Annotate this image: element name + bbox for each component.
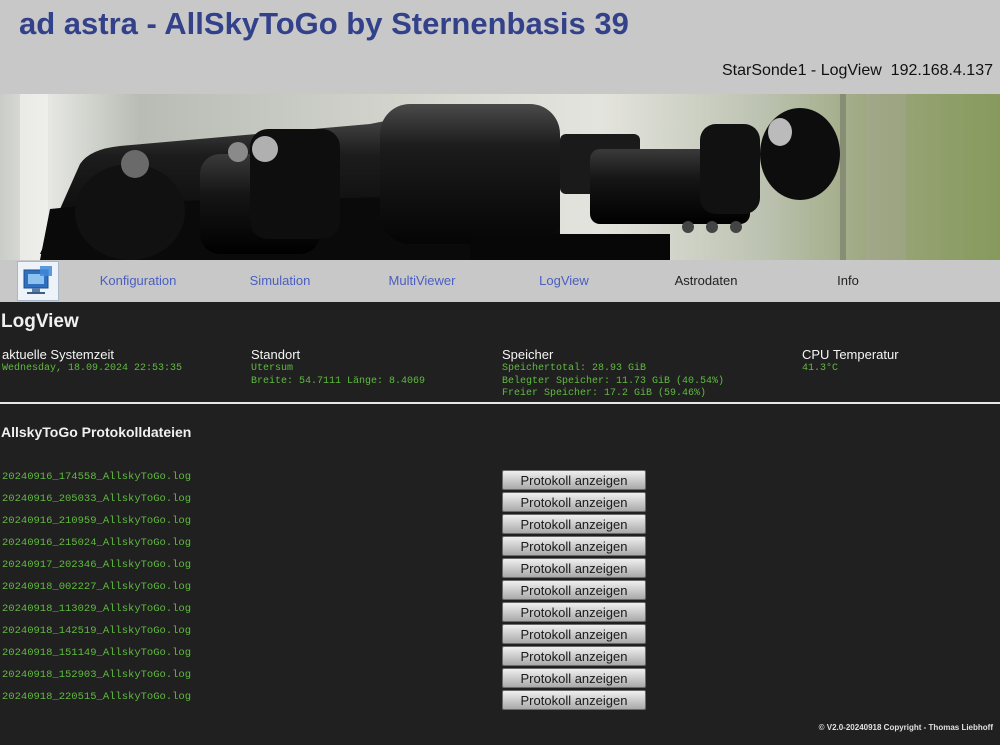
app-logo-icon[interactable] [17,261,59,301]
storage-heading: Speicher [502,347,554,362]
storage-free: Freier Speicher: 17.2 GiB (59.46%) [502,388,707,399]
show-log-button[interactable]: Protokoll anzeigen [502,558,646,578]
storage-total: Speichertotal: 28.93 GiB [502,363,647,374]
storage-used: Belegter Speicher: 11.73 GiB (40.54%) [502,375,725,387]
navbar: Konfiguration Simulation MultiViewer Log… [0,260,1000,302]
nav-info[interactable]: Info [788,273,908,288]
location-name: Utersum [251,363,294,374]
log-file-name: 20240916_210959_AllskyToGo.log [2,515,192,527]
show-log-button[interactable]: Protokoll anzeigen [502,668,646,688]
log-file-name: 20240916_215024_AllskyToGo.log [2,537,192,549]
banner-image [0,94,1000,260]
divider [0,402,1000,404]
system-time-panel: aktuelle Systemzeit Wednesday, 18.09.202… [2,347,182,376]
show-log-button[interactable]: Protokoll anzeigen [502,580,646,600]
show-log-button[interactable]: Protokoll anzeigen [502,470,646,490]
system-time-heading: aktuelle Systemzeit [2,347,114,362]
nav-konfiguration[interactable]: Konfiguration [78,273,198,288]
storage-panel: Speicher Speichertotal: 28.93 GiB Belegt… [502,347,724,401]
show-log-button[interactable]: Protokoll anzeigen [502,536,646,556]
log-file-name: 20240916_205033_AllskyToGo.log [2,493,192,505]
nav-multiviewer[interactable]: MultiViewer [362,273,482,288]
cpu-temperature-heading: CPU Temperatur [802,347,899,362]
page-title: LogView [1,311,79,332]
log-file-name: 20240918_113029_AllskyToGo.log [2,603,192,615]
cpu-temperature-value: 41.3°C [802,363,839,374]
location-panel: Standort Utersum Breite: 54.7111 Länge: … [251,347,425,388]
show-log-button[interactable]: Protokoll anzeigen [502,646,646,666]
show-log-button[interactable]: Protokoll anzeigen [502,514,646,534]
show-log-button[interactable]: Protokoll anzeigen [502,602,646,622]
nav-logview[interactable]: LogView [504,273,624,288]
show-log-button[interactable]: Protokoll anzeigen [502,492,646,512]
log-file-name: 20240918_152903_AllskyToGo.log [2,669,192,681]
nav-simulation[interactable]: Simulation [220,273,340,288]
cpu-temperature-panel: CPU Temperatur 41.3°C [802,347,899,376]
log-file-name: 20240916_174558_AllskyToGo.log [2,471,192,483]
show-log-button[interactable]: Protokoll anzeigen [502,690,646,710]
location-heading: Standort [251,347,301,362]
log-file-name: 20240918_002227_AllskyToGo.log [2,581,192,593]
nav-astrodaten[interactable]: Astrodaten [646,273,766,288]
log-file-name: 20240917_202346_AllskyToGo.log [2,559,192,571]
log-file-name: 20240918_142519_AllskyToGo.log [2,625,192,637]
site-title: ad astra - AllSkyToGo by Sternenbasis 39 [19,6,629,41]
log-files-heading: AllskyToGo Protokolldateien [1,424,192,440]
telescope-illustration [20,94,906,260]
system-time-value: Wednesday, 18.09.2024 22:53:35 [2,363,183,374]
copyright-footer: © V2.0-20240918 Copyright - Thomas Liebh… [818,723,993,732]
log-file-name: 20240918_151149_AllskyToGo.log [2,647,192,659]
log-file-name: 20240918_220515_AllskyToGo.log [2,691,192,703]
location-coords: Breite: 54.7111 Länge: 8.4069 [251,375,426,387]
show-log-button[interactable]: Protokoll anzeigen [502,624,646,644]
page-subtitle: StarSonde1 - LogView 192.168.4.137 [721,62,993,79]
header: ad astra - AllSkyToGo by Sternenbasis 39… [0,0,1000,94]
